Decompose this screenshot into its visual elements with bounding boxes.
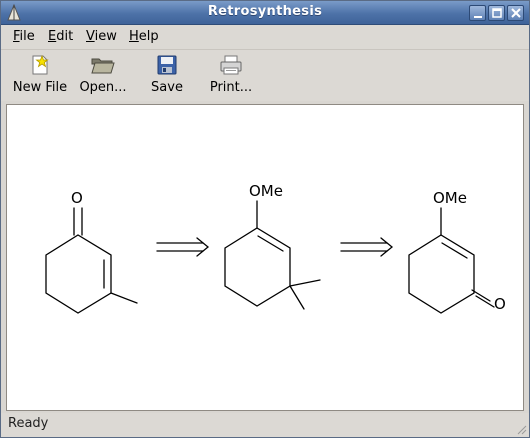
retro-arrow-2	[340, 237, 394, 257]
print-button[interactable]: Print...	[205, 54, 257, 100]
molecule-methoxycyclohexenone	[408, 207, 495, 314]
status-text: Ready	[8, 416, 49, 431]
molecule-methoxy-dimethylcyclohexene	[224, 200, 321, 310]
atom-label-methoxy: OMe	[433, 189, 467, 207]
molecule-methylcyclohexenone	[45, 207, 138, 314]
atom-label-methoxy: OMe	[249, 182, 283, 200]
menu-view[interactable]: View	[86, 29, 117, 44]
folder-open-icon	[91, 58, 115, 74]
open-button[interactable]: Open...	[77, 54, 129, 100]
open-label: Open...	[79, 80, 127, 95]
save-button[interactable]: Save	[145, 54, 189, 100]
maximize-icon	[492, 8, 502, 18]
title-bar[interactable]: Retrosynthesis	[1, 1, 529, 25]
resize-grip-icon[interactable]	[515, 423, 527, 435]
save-icon	[157, 55, 177, 75]
atom-label-oxygen: O	[71, 189, 83, 207]
save-label: Save	[151, 80, 183, 95]
new-file-icon	[32, 54, 49, 75]
new-file-button[interactable]: New File	[9, 54, 71, 100]
printer-icon	[220, 55, 242, 75]
window-title: Retrosynthesis	[207, 4, 323, 19]
drawing-canvas[interactable]: O OMe OMe O	[6, 104, 524, 411]
menu-file[interactable]: File	[13, 29, 35, 44]
atom-label-oxygen: O	[494, 295, 506, 313]
maximize-button[interactable]	[488, 5, 505, 21]
print-label: Print...	[209, 80, 253, 95]
minimize-icon	[474, 16, 482, 18]
menu-help[interactable]: Help	[129, 29, 159, 44]
minimize-button[interactable]	[469, 5, 486, 21]
app-window: Retrosynthesis File Edit View Help New F…	[0, 0, 530, 438]
menu-edit[interactable]: Edit	[48, 29, 73, 44]
retrosynthesis-scheme: O OMe OMe O	[45, 182, 506, 314]
menu-bar: File Edit View Help	[1, 25, 529, 49]
toolbar: New File Open... Save Print...	[1, 49, 529, 101]
status-bar: Ready	[1, 413, 529, 437]
new-file-label: New File	[12, 80, 68, 95]
close-icon	[511, 8, 521, 18]
retro-arrow-1	[156, 237, 210, 257]
close-button[interactable]	[507, 5, 524, 21]
